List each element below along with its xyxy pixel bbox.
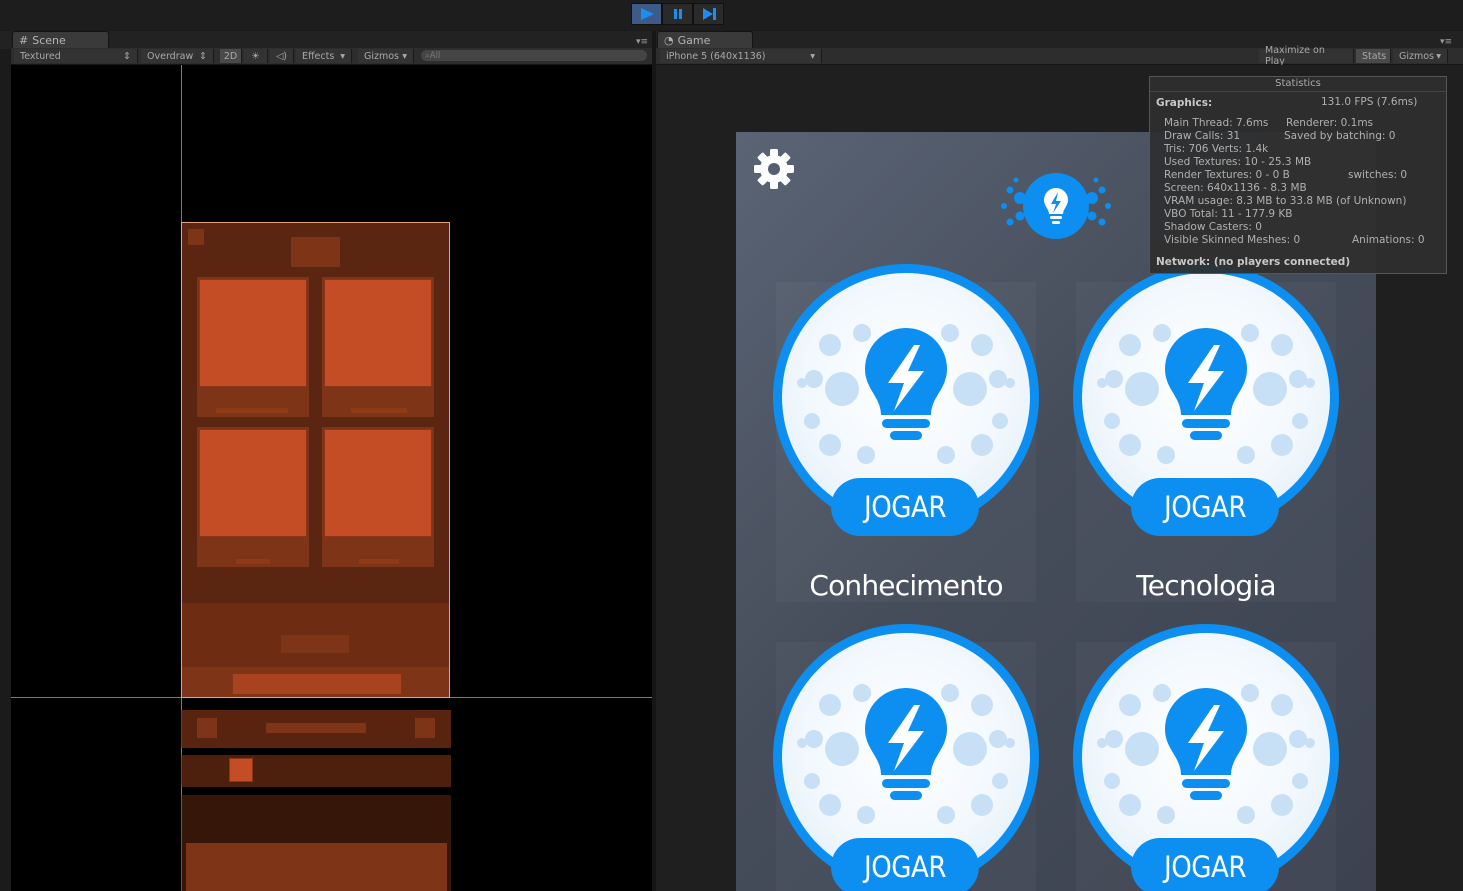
overdraw-settings-block [188,229,204,245]
stats-toggle[interactable]: Stats [1356,49,1391,63]
play-icon [640,8,654,20]
overdraw-back-block [197,718,217,738]
audio-toggle[interactable]: ◁) [270,49,294,63]
main-thread-value: Main Thread: 7.6ms [1164,117,1269,129]
resolution-dropdown[interactable]: iPhone 5 (640x1136) ▾ [660,49,822,63]
step-icon [702,8,716,20]
settings-gear-icon[interactable] [753,148,795,190]
tris-verts-value: Tris: 706 Verts: 1.4k [1164,143,1269,155]
speaker-icon: ◁) [275,50,287,62]
used-textures-value: Used Textures: 10 - 25.3 MB [1164,156,1312,168]
dropdown-arrow-icon: ▾ [1436,50,1441,62]
lighting-toggle[interactable]: ☀ [244,49,268,63]
tab-game[interactable]: ◔ Game [657,31,753,49]
saved-batching-value: Saved by batching: 0 [1284,130,1396,142]
tab-scene[interactable]: # Scene [12,31,109,49]
dropdown-arrow-icon: ▾ [810,50,815,62]
play-button[interactable] [631,3,662,25]
grid-icon: # [19,34,29,47]
tab-scene-label: Scene [32,34,66,47]
graphics-label: Graphics: [1156,97,1213,109]
render-mode-label: Overdraw [147,50,194,62]
jogar-button[interactable]: JOGAR [1131,838,1279,891]
overdraw-footer-text [281,635,349,653]
overdraw-text [359,559,399,564]
effects-dropdown[interactable]: Effects ▾ [296,49,352,63]
overdraw-close-block [415,718,435,738]
overdraw-tile [199,429,307,537]
game-gizmos-label: Gizmos [1399,50,1435,62]
app-logo-icon [1001,173,1111,239]
search-placeholder: All [429,50,441,61]
statistics-panel: Statistics Graphics: 131.0 FPS (7.6ms) M… [1149,76,1447,274]
overdraw-text [351,408,407,413]
playback-controls [631,3,726,25]
dropdown-arrow-icon: ▾ [340,50,345,62]
overdraw-tile [324,279,432,387]
scene-tab-menu-icon[interactable]: ▾≡ [636,37,648,47]
dropdown-arrows-icon: ⇕ [199,50,207,62]
scene-gizmos-label: Gizmos [364,50,400,62]
shading-mode-dropdown[interactable]: Textured ⇕ [14,49,138,63]
sun-icon: ☀ [251,50,260,62]
draw-calls-value: Draw Calls: 31 [1164,130,1241,142]
maximize-label: Maximize on Play [1265,45,1325,67]
game-gizmos-dropdown[interactable]: Gizmos ▾ [1393,49,1448,63]
2d-toggle[interactable]: 2D [220,49,242,63]
overdraw-tabbar-tile [232,673,402,695]
category-title: Tecnologia [1136,569,1276,602]
overdraw-logo-block [291,237,340,267]
vram-value: VRAM usage: 8.3 MB to 33.8 MB (of Unknow… [1164,195,1407,207]
shadow-casters-value: Shadow Casters: 0 [1164,221,1262,233]
resolution-label: iPhone 5 (640x1136) [666,50,766,62]
pause-icon [673,9,682,19]
main-toolbar [0,0,1463,30]
fps-value: 131.0 FPS (7.6ms) [1321,96,1418,108]
skinned-meshes-value: Visible Skinned Meshes: 0 [1164,234,1301,246]
scene-viewport[interactable] [11,65,652,891]
scene-search-input[interactable]: ⌕ All [421,50,647,61]
overdraw-row-block [181,755,451,787]
maximize-on-play-toggle[interactable]: Maximize on Play [1259,45,1354,67]
jogar-button[interactable]: JOGAR [831,478,979,536]
jogar-button[interactable]: JOGAR [1131,478,1279,536]
game-tab-menu-icon[interactable]: ▾≡ [1440,37,1452,47]
tab-game-label: Game [677,34,711,47]
overdraw-text [216,408,288,413]
switches-value: switches: 0 [1348,169,1408,181]
effects-label: Effects [302,50,335,62]
shading-mode-label: Textured [20,50,61,62]
statistics-title: Statistics [1150,77,1446,92]
pacman-icon: ◔ [664,34,674,47]
dropdown-arrow-icon: ▾ [402,50,407,62]
jogar-button[interactable]: JOGAR [831,838,979,891]
dropdown-arrows-icon: ⇕ [123,50,131,62]
vbo-value: VBO Total: 11 - 177.9 KB [1164,208,1293,220]
2d-toggle-label: 2D [223,50,238,62]
render-textures-value: Render Textures: 0 - 0 B [1164,169,1290,181]
renderer-value: Renderer: 0.1ms [1286,117,1374,129]
overdraw-tile [324,429,432,537]
render-mode-dropdown[interactable]: Overdraw ⇕ [141,49,214,63]
scene-gizmos-dropdown[interactable]: Gizmos ▾ [358,49,414,63]
overdraw-row-tile [229,758,253,782]
stats-label: Stats [1362,50,1387,62]
overdraw-header-text [266,723,366,733]
overdraw-text [236,559,270,564]
network-value: Network: (no players connected) [1156,256,1351,268]
step-button[interactable] [693,3,724,25]
pause-button[interactable] [662,3,693,25]
screen-value: Screen: 640x1136 - 8.3 MB [1164,182,1307,194]
category-title: Conhecimento [809,569,1003,602]
overdraw-tile [199,279,307,387]
animations-value: Animations: 0 [1352,234,1425,246]
overdraw-panel-text [186,843,447,891]
